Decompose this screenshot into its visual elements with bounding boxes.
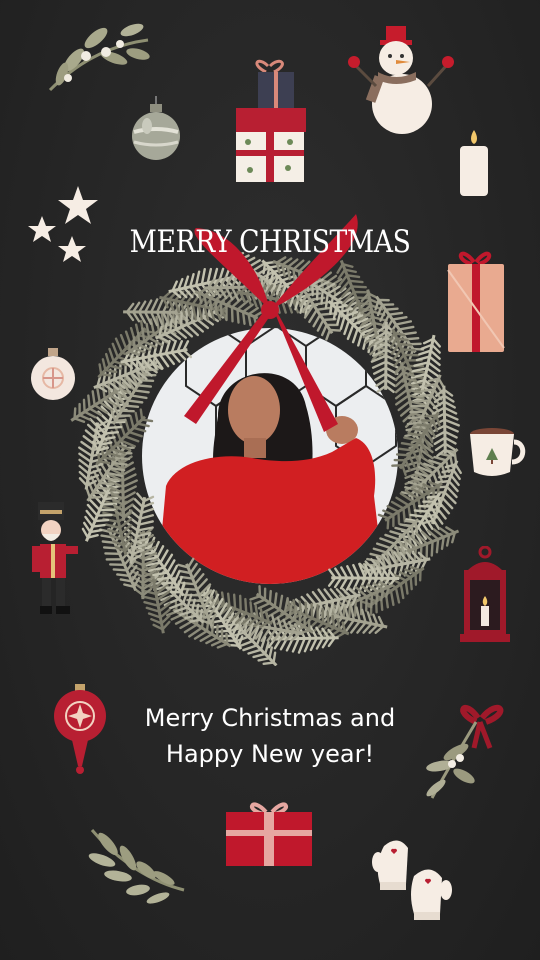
wreath-photo-frame [70,214,462,666]
snowman-icon [348,26,454,134]
mittens-icon [372,840,452,920]
greeting-line-1: Merry Christmas and [144,704,396,732]
bauble-icon [132,96,180,160]
mistletoe-icon [48,23,150,92]
candle-icon [460,130,488,196]
red-gift-icon [226,802,312,866]
card-title: MERRY CHRISTMAS [129,224,411,260]
christmas-card: MERRY CHRISTMAS Merry Christmas and Happ… [0,0,540,960]
greeting-line-2: Happy New year! [165,740,375,768]
greeting-message: Merry Christmas and Happy New year! [0,700,540,772]
branch-icon [88,829,185,904]
gift-stack-icon [236,59,306,182]
